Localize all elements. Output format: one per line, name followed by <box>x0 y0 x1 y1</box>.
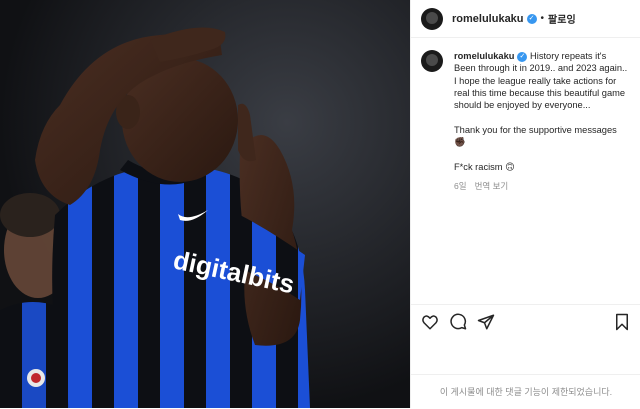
post-side-panel: romelulukaku ✓ • 팔로잉 romelulukaku ✓ Histo… <box>410 0 640 408</box>
caption-text: History repeats it's Been through it in … <box>454 51 628 172</box>
caption-verified-badge-icon: ✓ <box>517 52 528 62</box>
post-caption: romelulukaku ✓ History repeats it's Been … <box>411 38 640 192</box>
verified-badge-icon: ✓ <box>526 13 537 24</box>
post-photo: digitalbits <box>0 0 410 408</box>
translate-link[interactable]: 번역 보기 <box>475 181 509 191</box>
separator-dot: • <box>540 13 545 24</box>
caption-text-block: romelulukaku ✓ History repeats it's Been … <box>454 50 629 173</box>
comment-icon[interactable] <box>449 313 467 331</box>
bookmark-icon[interactable] <box>613 313 631 331</box>
player-saluting-image: digitalbits <box>0 0 410 408</box>
caption-avatar[interactable] <box>421 50 443 72</box>
comments-disabled-notice: 이 게시물에 대한 댓글 기능이 제한되었습니다. <box>411 374 640 408</box>
avatar[interactable] <box>421 7 443 30</box>
action-bar <box>411 304 640 332</box>
header-username[interactable]: romelulukaku <box>452 13 524 25</box>
caption-username[interactable]: romelulukaku <box>454 51 514 61</box>
post-meta: 6일 번역 보기 <box>454 180 629 192</box>
post-header: romelulukaku ✓ • 팔로잉 <box>411 0 640 38</box>
heart-icon[interactable] <box>421 313 439 331</box>
post-time[interactable]: 6일 <box>454 181 467 191</box>
caption-body: romelulukaku ✓ History repeats it's Been … <box>454 50 629 192</box>
following-button[interactable]: 팔로잉 <box>548 11 576 26</box>
share-icon[interactable] <box>477 313 495 331</box>
